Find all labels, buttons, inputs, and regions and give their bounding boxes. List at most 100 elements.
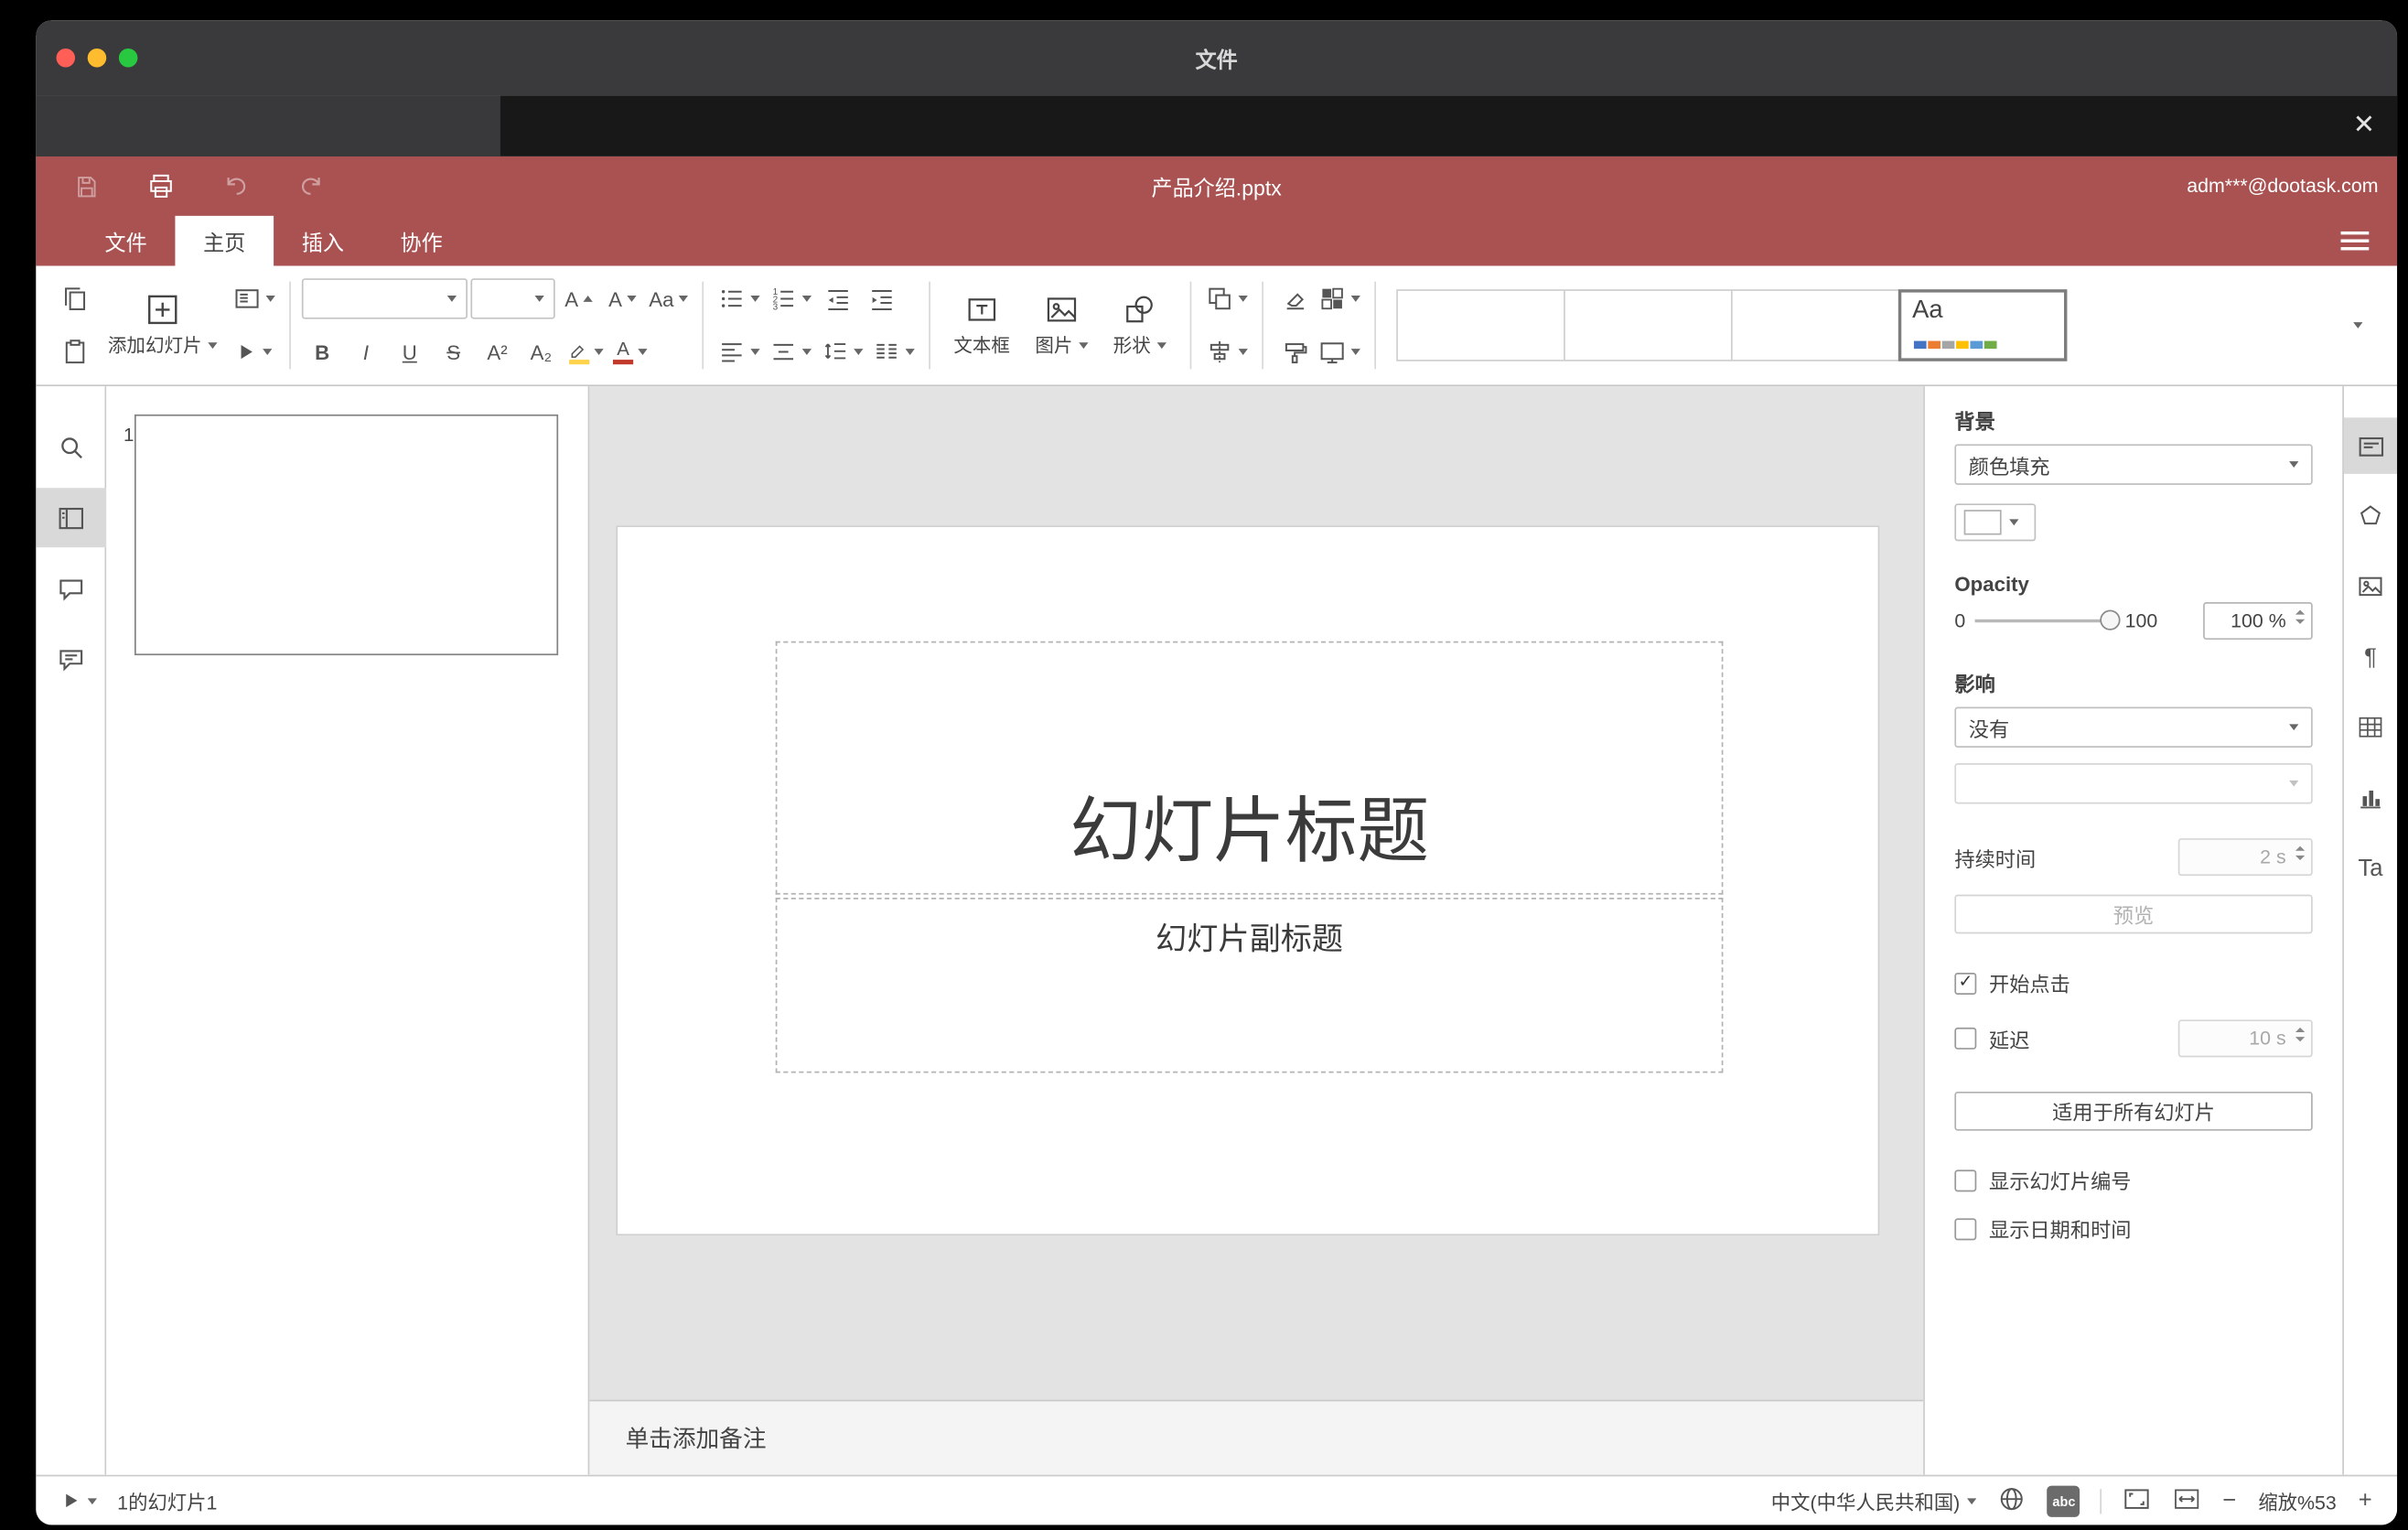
table-settings-button[interactable] <box>2344 699 2397 756</box>
shape-settings-button[interactable] <box>2344 488 2397 544</box>
line-spacing-icon <box>824 343 846 360</box>
chat-button[interactable] <box>36 629 105 688</box>
theme-tile-2[interactable] <box>1564 289 1733 361</box>
spinner-arrows-icon[interactable] <box>2295 1027 2306 1042</box>
header-menu-icon[interactable] <box>2340 231 2370 251</box>
columns-button[interactable] <box>869 331 918 372</box>
chevron-down-icon <box>638 349 648 355</box>
opacity-slider-knob[interactable] <box>2100 609 2121 630</box>
fit-slide-button[interactable] <box>2123 1483 2152 1518</box>
change-layout-button[interactable] <box>230 278 278 318</box>
notes-area[interactable]: 单击添加备注 <box>589 1399 1924 1475</box>
theme-gallery-more-button[interactable] <box>2335 278 2381 372</box>
increase-indent-button[interactable] <box>862 278 902 318</box>
textart-settings-button[interactable]: Ta <box>2344 840 2397 897</box>
font-name-combobox[interactable] <box>301 278 468 319</box>
chart-settings-button[interactable] <box>2344 770 2397 826</box>
redo-button[interactable] <box>293 167 330 205</box>
search-button[interactable] <box>36 417 105 477</box>
arrange-shape-button[interactable] <box>1202 278 1251 318</box>
fit-width-button[interactable] <box>2173 1483 2202 1518</box>
spinner-arrows-icon[interactable] <box>2295 846 2306 861</box>
slide-size-button[interactable] <box>1315 331 1363 372</box>
start-slideshow-button[interactable] <box>230 331 275 372</box>
italic-button[interactable]: I <box>346 331 386 372</box>
title-placeholder[interactable]: 幻灯片标题 <box>775 641 1724 895</box>
apply-all-button[interactable]: 适用于所有幻灯片 <box>1954 1091 2313 1131</box>
copy-style-button[interactable] <box>1274 331 1315 372</box>
slide-settings-button[interactable] <box>2343 417 2398 474</box>
tab-collaboration[interactable]: 协作 <box>372 216 471 266</box>
effect-select[interactable]: 没有 <box>1954 706 2313 748</box>
increase-font-button[interactable]: A <box>558 278 598 318</box>
print-icon <box>150 174 172 198</box>
effect-value: 没有 <box>1968 717 2010 741</box>
image-settings-button[interactable] <box>2344 558 2397 615</box>
underline-button[interactable]: U <box>390 331 430 372</box>
language-selector[interactable]: 中文(中华人民共和国) <box>1771 1486 1978 1515</box>
vertical-align-button[interactable] <box>766 331 814 372</box>
spinner-arrows-icon[interactable] <box>2295 609 2306 624</box>
show-slide-number-checkbox[interactable] <box>1954 1169 1977 1191</box>
color-scheme-button[interactable] <box>1315 278 1363 318</box>
bold-button[interactable]: B <box>302 331 342 372</box>
undo-button[interactable] <box>218 167 255 205</box>
preview-button[interactable]: 预览 <box>1954 894 2313 934</box>
opacity-input[interactable]: 100 % <box>2203 602 2313 641</box>
delay-input[interactable]: 10 s <box>2177 1019 2313 1058</box>
insert-image-button[interactable]: 图片 <box>1023 272 1101 378</box>
paragraph-settings-button[interactable]: ¶ <box>2344 629 2397 685</box>
chevron-down-icon <box>750 296 760 302</box>
italic-icon: I <box>362 339 370 364</box>
start-preview-button[interactable] <box>61 1491 97 1511</box>
print-button[interactable] <box>143 167 180 205</box>
slides-panel-button[interactable] <box>36 488 106 548</box>
align-shape-button[interactable] <box>1202 331 1251 372</box>
decrease-indent-button[interactable] <box>818 278 858 318</box>
bullet-list-button[interactable] <box>715 278 763 318</box>
font-size-combobox[interactable] <box>470 278 555 319</box>
comments-button[interactable] <box>36 558 105 618</box>
copy-button[interactable] <box>55 278 95 318</box>
highlight-color-button[interactable] <box>564 331 607 372</box>
tab-home[interactable]: 主页 <box>175 215 274 266</box>
zoom-in-button[interactable]: + <box>2359 1487 2372 1514</box>
theme-tile-1[interactable] <box>1396 289 1565 361</box>
delay-checkbox[interactable] <box>1954 1027 1977 1050</box>
spellcheck-button[interactable]: abc <box>2048 1484 2080 1516</box>
insert-shape-button[interactable]: 形状 <box>1101 272 1178 378</box>
zoom-level[interactable]: 缩放%53 <box>2257 1486 2338 1515</box>
show-date-time-checkbox[interactable] <box>1954 1217 1977 1240</box>
horizontal-align-button[interactable] <box>715 331 763 372</box>
decrease-font-button[interactable]: A <box>602 278 642 318</box>
save-button[interactable] <box>67 167 104 205</box>
tab-file[interactable]: 文件 <box>77 216 176 266</box>
line-spacing-button[interactable] <box>818 331 866 372</box>
start-on-click-checkbox[interactable]: ✓ <box>1954 972 1977 995</box>
font-color-button[interactable]: A <box>610 331 650 372</box>
slide[interactable]: 幻灯片标题 幻灯片副标题 <box>616 525 1880 1236</box>
tab-insert[interactable]: 插入 <box>274 216 372 266</box>
clear-style-button[interactable] <box>1274 278 1315 318</box>
theme-tile-selected[interactable]: Aa <box>1897 289 2068 361</box>
duration-input[interactable]: 2 s <box>2177 838 2313 877</box>
insert-textbox-button[interactable]: 文本框 <box>941 272 1023 378</box>
add-slide-button[interactable]: 添加幻灯片 <box>95 272 230 378</box>
subtitle-placeholder[interactable]: 幻灯片副标题 <box>775 898 1724 1073</box>
close-dialog-icon[interactable]: ✕ <box>2353 108 2375 143</box>
numbered-list-button[interactable]: 123 <box>766 278 814 318</box>
superscript-button[interactable]: A² <box>477 331 517 372</box>
effect-type-select[interactable] <box>1954 763 2313 804</box>
slide-thumbnail[interactable] <box>134 414 559 656</box>
theme-tile-3[interactable] <box>1730 289 1900 361</box>
subscript-button[interactable]: A₂ <box>521 331 561 372</box>
change-case-button[interactable]: Aa <box>646 278 691 318</box>
background-fill-select[interactable]: 颜色填充 <box>1954 444 2313 485</box>
document-language-button[interactable] <box>1997 1483 2026 1518</box>
slide-canvas[interactable]: 幻灯片标题 幻灯片副标题 <box>589 386 1923 1399</box>
opacity-slider[interactable] <box>1974 609 2121 630</box>
paste-button[interactable] <box>55 331 95 372</box>
zoom-out-button[interactable]: − <box>2222 1487 2236 1514</box>
background-color-select[interactable] <box>1954 503 2037 542</box>
strikethrough-button[interactable]: S <box>433 331 473 372</box>
